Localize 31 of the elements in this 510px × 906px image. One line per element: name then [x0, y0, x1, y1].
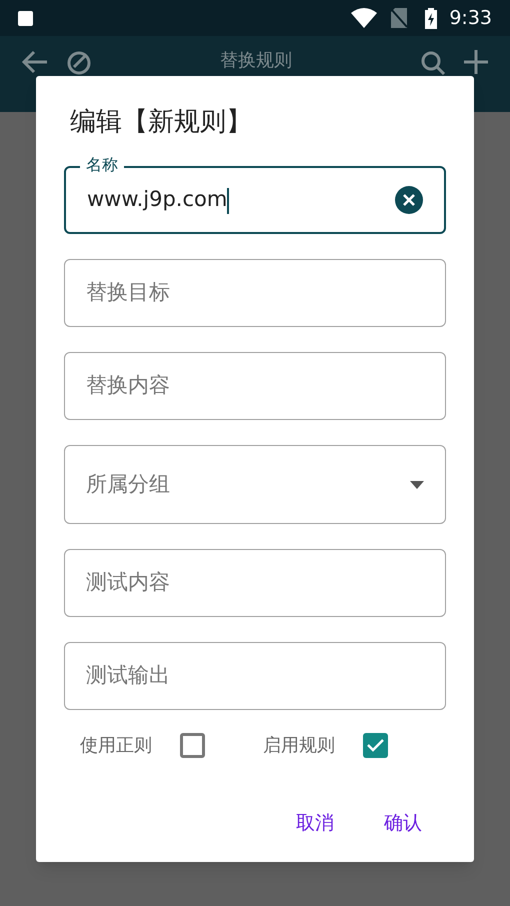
option-label: 启用规则 [263, 734, 335, 758]
field-placeholder: 替换目标 [86, 279, 171, 306]
clear-icon[interactable] [395, 186, 423, 214]
clock: 9:33 [449, 6, 492, 31]
input-field[interactable]: 测试内容 [64, 549, 446, 617]
input-field[interactable]: 测试输出 [64, 642, 446, 710]
group-dropdown[interactable]: 所属分组 [64, 445, 446, 524]
add-icon[interactable] [464, 50, 488, 74]
input-field[interactable]: 替换内容 [64, 352, 446, 420]
dialog-button[interactable]: 确认 [374, 805, 432, 842]
dialog-title: 编辑【新规则】 [70, 106, 253, 139]
checkmark-icon [367, 739, 384, 752]
input-field[interactable]: 替换目标 [64, 259, 446, 327]
back-arrow-icon[interactable] [22, 50, 48, 74]
app-icon [18, 10, 33, 26]
dropdown-arrow-icon [410, 480, 424, 488]
field-label: 名称 [80, 155, 124, 175]
field-value: www.j9p.com [87, 186, 230, 216]
field-placeholder: 所属分组 [86, 470, 171, 498]
field-placeholder: 测试内容 [86, 569, 171, 596]
checkbox[interactable] [363, 733, 388, 758]
wifi-icon [351, 8, 378, 28]
toolbar-title: 替换规则 [219, 50, 293, 72]
field-placeholder: 替换内容 [86, 372, 171, 400]
battery-charging-icon [425, 8, 438, 28]
checkbox[interactable] [180, 733, 205, 758]
field-placeholder: 测试输出 [86, 662, 171, 690]
option-label: 使用正则 [80, 734, 152, 758]
search-icon[interactable] [420, 50, 446, 76]
no-sim-icon [391, 8, 408, 28]
dialog-button[interactable]: 取消 [286, 805, 344, 842]
